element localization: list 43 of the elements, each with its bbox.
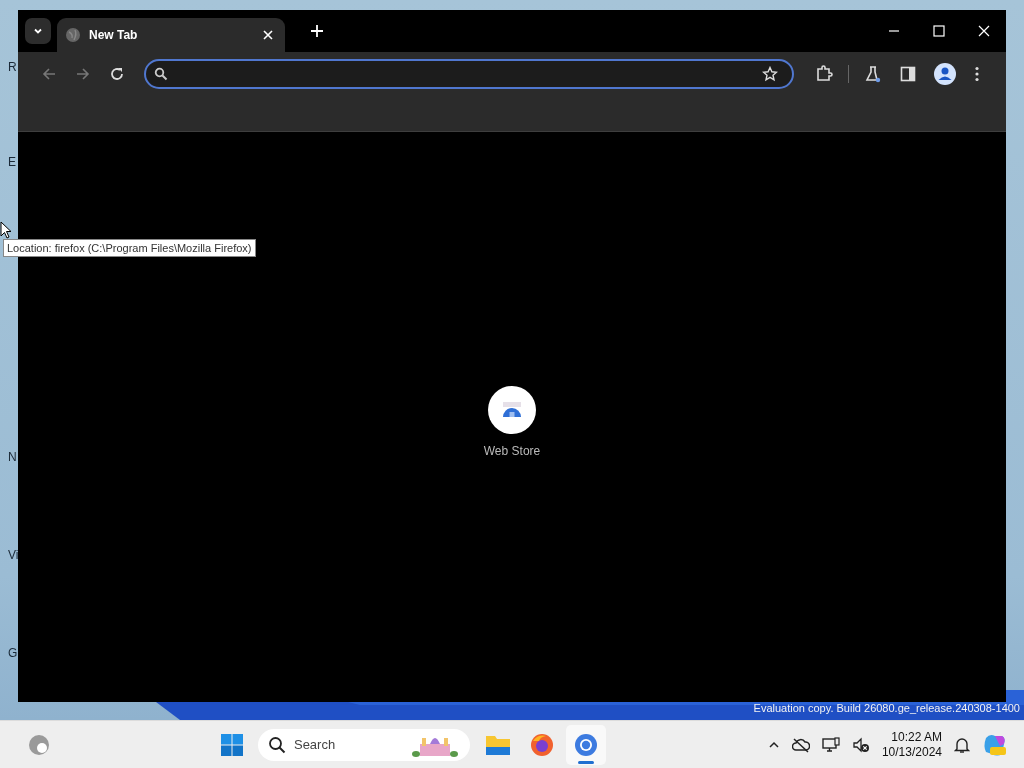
flask-icon[interactable] — [864, 64, 882, 83]
menu-icon[interactable] — [974, 65, 980, 82]
star-icon[interactable] — [762, 65, 778, 82]
taskbar-search-box[interactable]: Search — [257, 728, 470, 761]
desktop-icon-label[interactable]: E — [8, 155, 16, 169]
web-store-shortcut-icon[interactable] — [488, 386, 536, 434]
desktop-icon-label[interactable]: R — [8, 60, 17, 74]
address-bar[interactable] — [144, 58, 794, 89]
clock-date[interactable]: 10/13/2024 — [881, 744, 942, 760]
globe-icon — [65, 27, 81, 43]
search-icon — [267, 735, 286, 754]
desktop-icon-label[interactable]: Vi — [8, 548, 19, 562]
reload-icon[interactable] — [109, 65, 125, 82]
watermark-text: Evaluation copy. Build 26080.ge_release.240308-1400 — [753, 702, 1020, 714]
tab-title: New Tab — [89, 28, 139, 42]
new-tab-icon[interactable] — [311, 25, 323, 37]
taskbar-app-button[interactable] — [565, 724, 606, 765]
back-icon[interactable] — [41, 65, 57, 82]
browser-circle-icon — [573, 732, 598, 757]
maximize-icon[interactable] — [933, 25, 945, 37]
shortcut-label[interactable]: Web Store — [483, 444, 541, 458]
fox-globe-icon — [529, 732, 554, 757]
desktop-icon-label[interactable]: G — [8, 646, 18, 660]
clock-time[interactable]: 10:22 AM — [891, 729, 942, 745]
profile-avatar-icon[interactable] — [934, 62, 956, 85]
bell-icon[interactable] — [954, 735, 970, 754]
close-tab-icon[interactable] — [263, 30, 273, 40]
puzzle-icon[interactable] — [815, 64, 833, 83]
search-icon — [154, 66, 168, 81]
tab-search-button[interactable] — [25, 18, 51, 44]
windows-start-icon[interactable] — [219, 732, 244, 757]
mouse-cursor-icon — [0, 221, 12, 239]
tooltip: Location: firefox (C:\Program Files\Mozilla Firefox) — [3, 239, 256, 257]
taskbar-search-field[interactable]: Search — [291, 736, 406, 753]
close-icon[interactable] — [978, 25, 990, 37]
forward-icon[interactable] — [75, 65, 91, 82]
cloud-off-icon[interactable] — [791, 736, 810, 753]
monitor-icon[interactable] — [821, 736, 840, 753]
speaker-muted-icon[interactable] — [851, 736, 870, 753]
side-panel-icon[interactable] — [900, 65, 916, 82]
weather-widget-icon[interactable] — [28, 733, 50, 756]
browser-tab[interactable]: New Tab — [57, 18, 285, 52]
desktop-icon-label[interactable]: N — [8, 450, 17, 464]
